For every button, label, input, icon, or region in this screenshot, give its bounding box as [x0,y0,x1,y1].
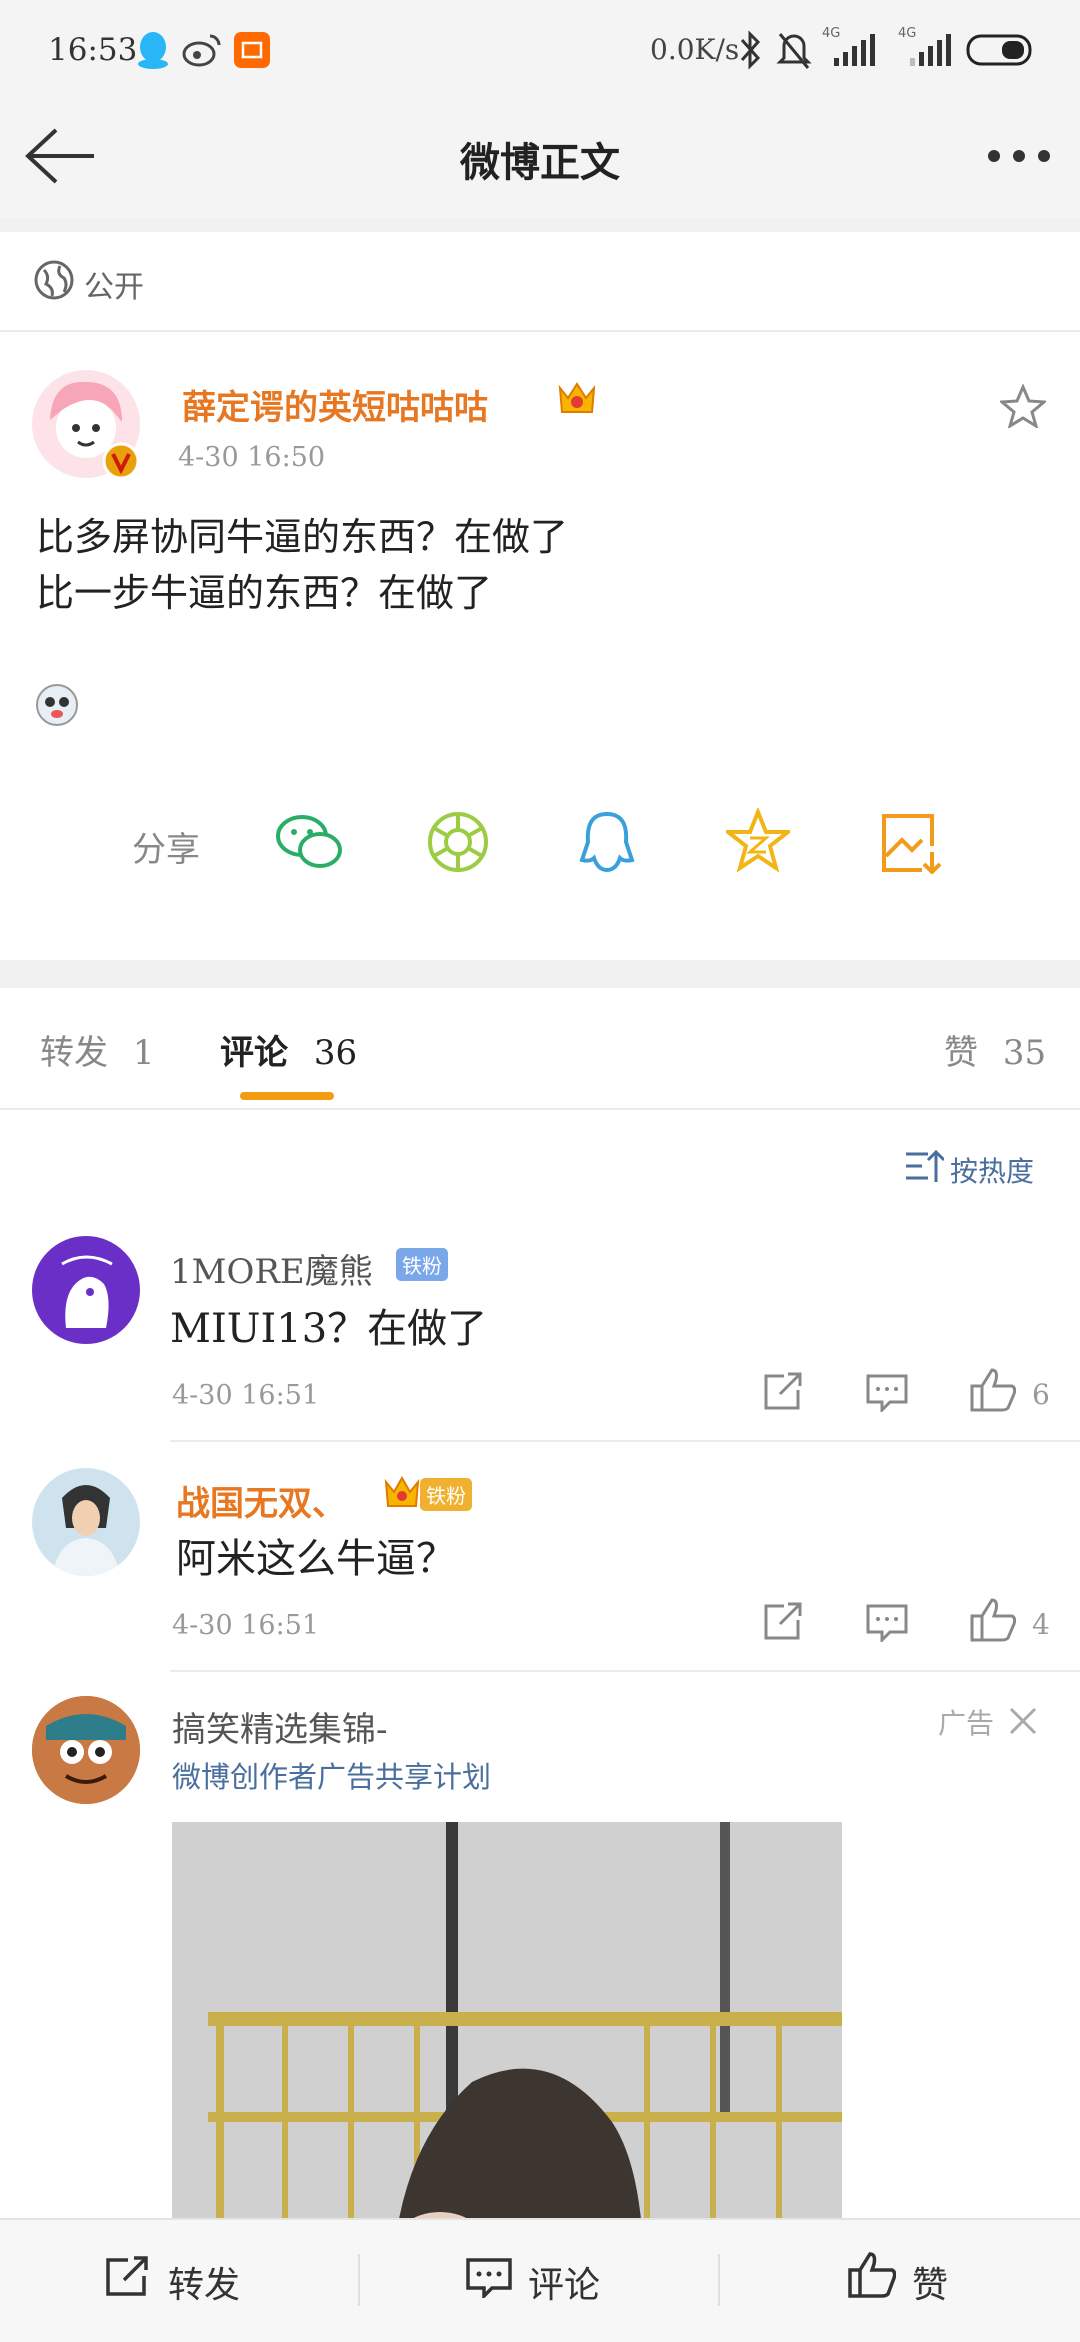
qzone-share-icon[interactable] [726,808,790,872]
post-time: 4-30 16:50 [178,442,326,473]
mute-bell-icon [776,30,812,70]
emoji-icon [34,682,80,728]
status-time: 16:53 [48,32,138,68]
crown-badge-icon [384,1474,420,1510]
ad-label: 广告 [938,1707,995,1740]
comment-avatar[interactable] [32,1236,140,1344]
repost-icon[interactable] [762,1602,804,1642]
comment-author[interactable]: 战国无双、 [176,1476,346,1525]
comment-author[interactable]: 1MORE魔熊 [170,1244,373,1293]
more-options-icon[interactable] [986,148,1052,164]
tab-repost-label: 转发 [40,1033,108,1073]
comment-time: 4-30 16:51 [172,1380,320,1411]
tabs-divider [0,1108,1080,1110]
section-gap [0,218,1080,232]
ad-author[interactable]: 搞笑精选集锦- [172,1702,388,1751]
ad-subtitle[interactable]: 微博创作者广告共享计划 [172,1754,491,1796]
globe-icon [34,260,74,300]
repost-icon[interactable] [104,2256,150,2298]
tab-repost[interactable]: 转发 1 [40,1025,154,1074]
save-image-share-icon[interactable] [878,810,942,874]
qq-share-icon[interactable] [578,810,636,876]
like-thumb-icon[interactable] [848,2252,896,2298]
crown-badge-icon [556,378,598,418]
visibility-label: 公开 [84,270,144,305]
fan-badge: 铁粉 [396,1248,448,1281]
comment-time: 4-30 16:51 [172,1610,320,1641]
bottom-separator [718,2254,720,2306]
reply-icon[interactable] [866,1374,908,1412]
network-speed: 0.0K/s [650,33,740,66]
bottom-comment-button[interactable]: 评论 [528,2256,600,2308]
reply-icon[interactable] [866,1604,908,1642]
comment-divider [170,1670,1080,1672]
weibo-icon [182,32,222,68]
comment-avatar[interactable] [32,1468,140,1576]
like-thumb-icon[interactable] [970,1368,1016,1412]
tab-likes-count: 35 [1002,1033,1047,1073]
comment-like-count: 4 [1032,1608,1050,1641]
sort-by-hot-button[interactable]: 按热度 [950,1150,1034,1190]
comment-icon[interactable] [466,2258,512,2298]
fan-badge: 铁粉 [420,1478,472,1511]
moments-share-icon[interactable] [426,810,490,874]
mi-app-icon [234,32,270,68]
battery-icon [966,34,1036,66]
sort-icon[interactable] [904,1148,944,1184]
tab-comments[interactable]: 评论 36 [220,1025,357,1074]
author-name[interactable]: 薛定谔的英短咕咕咕 [182,380,488,429]
tab-comments-count: 36 [313,1033,358,1073]
ad-avatar[interactable] [32,1696,140,1804]
bottom-like-button[interactable]: 赞 [912,2256,948,2308]
comment-divider [170,1440,1080,1442]
tab-repost-count: 1 [132,1033,155,1073]
share-label: 分享 [132,830,200,870]
comment-like-count: 6 [1032,1378,1050,1411]
like-thumb-icon[interactable] [970,1598,1016,1642]
comment-text: MIUI13？在做了 [170,1306,488,1352]
favorite-star-icon[interactable] [1000,384,1046,428]
qq-icon [136,30,170,70]
section-gap [0,960,1080,988]
visibility-row [0,232,1080,332]
verified-badge-icon [102,442,140,480]
page-title: 微博正文 [460,139,620,186]
signal-2-icon [906,34,952,66]
bluetooth-icon [738,30,762,70]
tab-likes-label: 赞 [944,1033,978,1073]
post-text-line-2: 比一步牛逼的东西？在做了 [36,571,493,615]
bottom-repost-button[interactable]: 转发 [168,2256,240,2308]
repost-icon[interactable] [762,1372,804,1412]
active-tab-indicator [240,1092,334,1100]
close-icon[interactable] [1008,1706,1038,1736]
comment-text: 阿米这么牛逼？ [176,1536,456,1582]
bottom-separator [358,2254,360,2306]
tab-comments-label: 评论 [220,1033,288,1073]
post-text-line-1: 比多屏协同牛逼的东西？在做了 [36,515,569,559]
wechat-share-icon[interactable] [274,810,344,874]
signal-1-icon [830,34,876,66]
tab-likes[interactable]: 赞 35 [944,1025,1046,1074]
